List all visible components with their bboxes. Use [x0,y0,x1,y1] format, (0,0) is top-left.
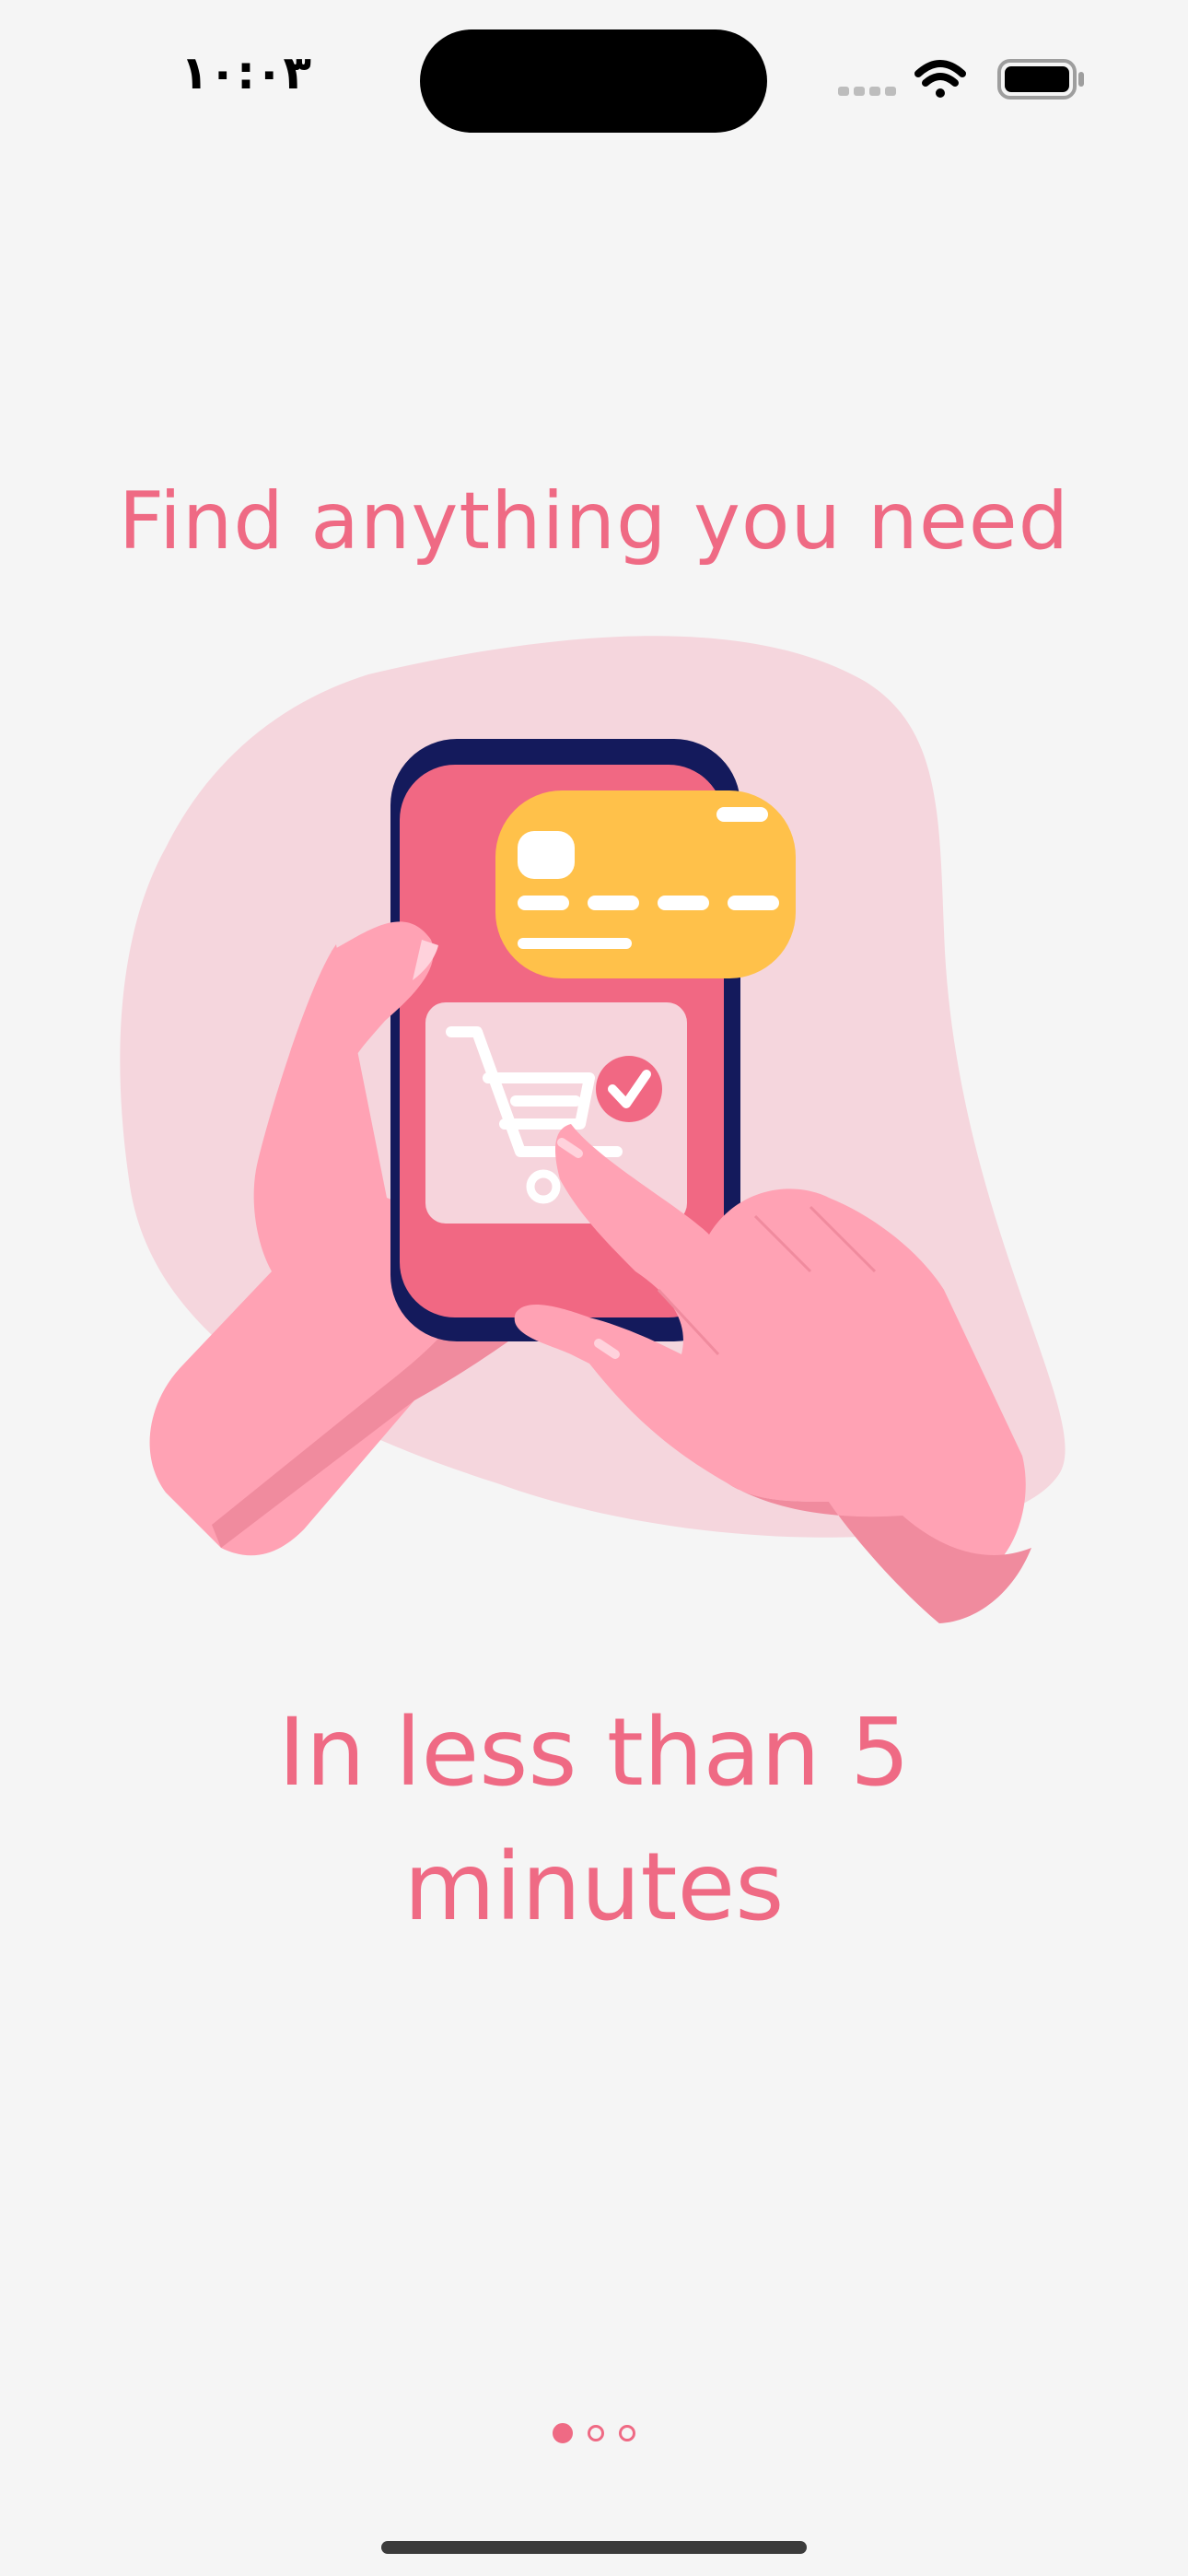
page-dot-2[interactable] [588,2425,604,2441]
credit-card-icon [495,790,796,978]
page-dot-1[interactable] [553,2423,573,2443]
dynamic-island [420,29,767,133]
wifi-icon [914,60,966,98]
onboarding-subtitle: In less than 5 minutes [277,1698,911,1942]
check-icon [596,1056,662,1122]
status-bar: ١٠:٠٣ [0,0,1188,166]
page-dot-3[interactable] [619,2425,635,2441]
battery-icon [997,59,1084,100]
page-indicator[interactable] [0,2423,1188,2462]
cellular-signal-icon [838,87,896,96]
onboarding-title: Find anything you need [118,475,1070,568]
status-icons [838,59,1084,100]
shopping-phone-illustration [120,636,1066,1623]
status-time: ١٠:٠٣ [181,46,312,100]
home-indicator[interactable] [381,2541,807,2554]
